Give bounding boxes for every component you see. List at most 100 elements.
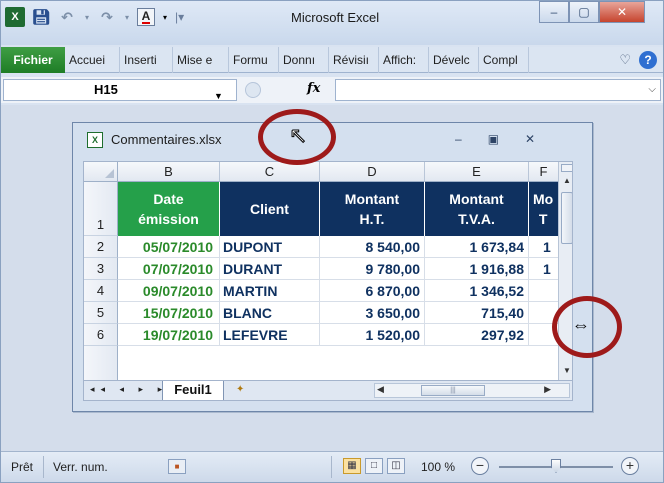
cell-client[interactable]: DUPONT xyxy=(220,236,320,258)
cell-montant-tva[interactable]: 1 916,88 xyxy=(425,258,529,280)
excel-window: X 💾︎ ↶ ▾ ↷ ▾ A ▾ |▾ Microsoft Excel – ▢ … xyxy=(0,0,664,483)
row-header-6[interactable]: 6 xyxy=(84,324,118,346)
insert-sheet-icon[interactable]: ✦ xyxy=(236,384,254,397)
redo-icon[interactable]: ↷ xyxy=(97,7,117,27)
maximize-button[interactable]: ▢ xyxy=(569,1,599,23)
cell-montant-ht[interactable]: 3 650,00 xyxy=(320,302,425,324)
undo-dropdown-icon[interactable]: ▾ xyxy=(83,7,91,27)
header-montant-ht[interactable]: Montant H.T. xyxy=(320,182,425,236)
cell-date[interactable]: 15/07/2010 xyxy=(118,302,220,324)
zoom-slider-thumb[interactable] xyxy=(551,459,561,473)
title-bar: X 💾︎ ↶ ▾ ↷ ▾ A ▾ |▾ Microsoft Excel – ▢ … xyxy=(1,1,663,45)
tab-developpeur[interactable]: Dévelc xyxy=(429,46,479,73)
cell-date[interactable]: 05/07/2010 xyxy=(118,236,220,258)
cell-date[interactable]: 19/07/2010 xyxy=(118,324,220,346)
cell-montant-tva[interactable]: 297,92 xyxy=(425,324,529,346)
row-header-1[interactable]: 1 xyxy=(84,182,118,236)
cell-montant-tva[interactable]: 715,40 xyxy=(425,302,529,324)
workbook-window: X Commentaires.xlsx – ▣ ✕ B C D E F 1 Da… xyxy=(72,122,593,412)
tab-insertion[interactable]: Inserti xyxy=(120,46,173,73)
workbook-close-icon[interactable]: ✕ xyxy=(525,132,535,146)
cell-client[interactable]: MARTIN xyxy=(220,280,320,302)
font-color-button[interactable]: A xyxy=(137,8,155,26)
header-montant-ttc[interactable]: Mo T xyxy=(529,182,559,236)
insert-function-icon[interactable]: fx xyxy=(307,81,320,96)
cell-client[interactable]: BLANC xyxy=(220,302,320,324)
cell-montant-ttc[interactable] xyxy=(529,280,559,302)
header-montant-tva[interactable]: Montant T.V.A. xyxy=(425,182,529,236)
minimize-button[interactable]: – xyxy=(539,1,569,23)
tab-file[interactable]: Fichier xyxy=(1,46,65,73)
cell-montant-ht[interactable]: 1 520,00 xyxy=(320,324,425,346)
row-header-3[interactable]: 3 xyxy=(84,258,118,280)
font-color-dropdown-icon[interactable]: ▾ xyxy=(161,7,169,27)
ribbon-tabs: Fichier Accuei Inserti Mise e Formu Donn… xyxy=(1,46,663,73)
expand-formula-bar-icon[interactable]: ⌵ xyxy=(648,84,656,95)
tab-donnees[interactable]: Donnı xyxy=(279,46,329,73)
cell-client[interactable]: DURANT xyxy=(220,258,320,280)
vertical-scroll-thumb[interactable] xyxy=(561,192,572,244)
minimize-ribbon-icon[interactable]: ♡ xyxy=(619,52,631,68)
vertical-split-handle[interactable] xyxy=(561,164,572,172)
close-button[interactable]: ✕ xyxy=(599,1,645,23)
qat-customize-icon[interactable]: |▾ xyxy=(175,10,184,24)
cell-date[interactable]: 09/07/2010 xyxy=(118,280,220,302)
arrow-cursor-icon: ↖ xyxy=(288,123,308,148)
header-client[interactable]: Client xyxy=(220,182,320,236)
column-header-e[interactable]: E xyxy=(425,162,529,182)
excel-logo-icon[interactable]: X xyxy=(5,7,25,27)
worksheet-grid[interactable]: B C D E F 1 Date émission Client Montant… xyxy=(83,161,573,381)
row-header-2[interactable]: 2 xyxy=(84,236,118,258)
header-date-emission[interactable]: Date émission xyxy=(118,182,220,236)
normal-view-icon[interactable]: ▦ xyxy=(343,458,361,474)
cell-montant-ht[interactable]: 9 780,00 xyxy=(320,258,425,280)
scroll-right-icon[interactable]: ▶ xyxy=(544,384,551,395)
tab-mise-en-page[interactable]: Mise e xyxy=(173,46,229,73)
column-header-f[interactable]: F xyxy=(529,162,559,182)
row-header-7[interactable] xyxy=(84,346,118,380)
cell-montant-ht[interactable]: 8 540,00 xyxy=(320,236,425,258)
row-header-4[interactable]: 4 xyxy=(84,280,118,302)
cell-montant-tva[interactable]: 1 673,84 xyxy=(425,236,529,258)
scroll-up-icon[interactable]: ▲ xyxy=(561,176,572,190)
tab-formules[interactable]: Formu xyxy=(229,46,279,73)
column-header-d[interactable]: D xyxy=(320,162,425,182)
zoom-out-button[interactable]: − xyxy=(471,457,489,475)
page-break-view-icon[interactable]: ◫ xyxy=(387,458,405,474)
scroll-down-icon[interactable]: ▼ xyxy=(561,366,572,380)
column-header-b[interactable]: B xyxy=(118,162,220,182)
tab-complements[interactable]: Compl xyxy=(479,46,529,73)
status-divider xyxy=(43,456,44,478)
cell-date[interactable]: 07/07/2010 xyxy=(118,258,220,280)
formula-input[interactable]: ⌵ xyxy=(335,79,661,101)
tab-accueil[interactable]: Accuei xyxy=(65,46,120,73)
cell-montant-ht[interactable]: 6 870,00 xyxy=(320,280,425,302)
scroll-left-icon[interactable]: ◀ xyxy=(377,384,384,395)
tab-affichage[interactable]: Affich: xyxy=(379,46,429,73)
window-title: Microsoft Excel xyxy=(291,10,380,25)
horizontal-scroll-thumb[interactable]: ||| xyxy=(421,385,485,396)
tab-revision[interactable]: Révisiı xyxy=(329,46,379,73)
redo-dropdown-icon[interactable]: ▾ xyxy=(123,7,131,27)
name-box-dropdown-icon[interactable]: ▼ xyxy=(214,86,223,106)
column-header-c[interactable]: C xyxy=(220,162,320,182)
save-icon[interactable]: 💾︎ xyxy=(31,7,51,27)
zoom-level[interactable]: 100 % xyxy=(421,460,455,474)
select-all-corner[interactable] xyxy=(84,162,118,182)
workbook-restore-icon[interactable]: ▣ xyxy=(488,132,499,146)
ribbon-right-icons: ♡ ? xyxy=(619,50,663,69)
cell-client[interactable]: LEFEVRE xyxy=(220,324,320,346)
row-header-5[interactable]: 5 xyxy=(84,302,118,324)
page-layout-view-icon[interactable]: □ xyxy=(365,458,383,474)
zoom-in-button[interactable]: + xyxy=(621,457,639,475)
undo-icon[interactable]: ↶ xyxy=(57,7,77,27)
workbook-minimize-icon[interactable]: – xyxy=(455,132,462,146)
cell-montant-ttc[interactable]: 1 xyxy=(529,236,559,258)
macro-record-icon[interactable]: ■ xyxy=(168,459,186,474)
help-icon[interactable]: ? xyxy=(639,50,657,69)
horizontal-scrollbar[interactable]: ◀ ||| ▶ xyxy=(374,383,570,398)
sheet-tab-feuil1[interactable]: Feuil1 xyxy=(162,381,224,400)
name-box[interactable]: H15 ▼ xyxy=(3,79,237,101)
cell-montant-tva[interactable]: 1 346,52 xyxy=(425,280,529,302)
cell-montant-ttc[interactable]: 1 xyxy=(529,258,559,280)
